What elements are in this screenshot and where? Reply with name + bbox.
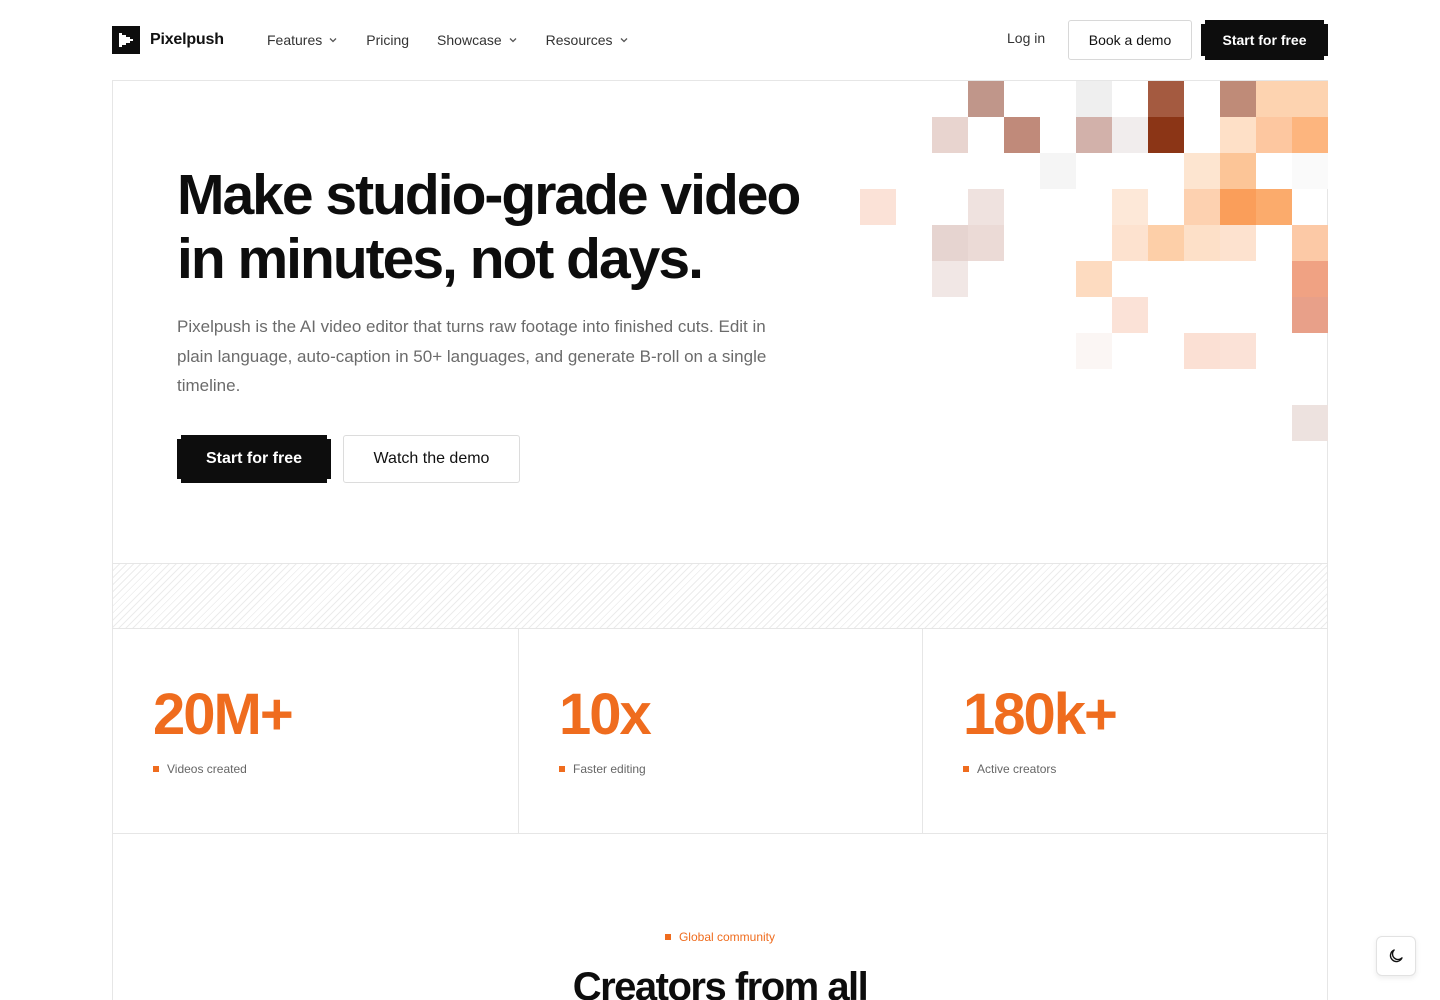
nav-pricing-label: Pricing: [366, 32, 410, 48]
logo-icon: [112, 26, 140, 54]
pixel-tile: [1184, 189, 1220, 225]
pixel-tile: [1112, 297, 1148, 333]
pixel-tile: [1184, 153, 1220, 189]
pixel-tile: [1292, 261, 1328, 297]
stat-label: Videos created: [153, 762, 247, 776]
pixel-tile: [1076, 261, 1112, 297]
pixel-tile: [1292, 225, 1328, 261]
book-demo-button[interactable]: Book a demo: [1068, 20, 1192, 60]
stat-label: Active creators: [963, 762, 1056, 776]
pixel-tile: [1112, 225, 1148, 261]
pixel-tile: [1292, 405, 1328, 441]
section-title: Creators from all: [572, 965, 869, 1000]
login-link[interactable]: Log in: [1007, 30, 1045, 46]
pixel-tile: [1148, 81, 1184, 117]
stat-value: 20M+: [153, 682, 294, 747]
hatched-divider-band: [113, 564, 1327, 628]
hero-pixel-art: [0, 0, 1440, 1000]
start-free-button[interactable]: Start for free: [177, 435, 331, 483]
pixel-tile: [1184, 225, 1220, 261]
pixel-tile: [932, 225, 968, 261]
nav-features[interactable]: Features: [267, 30, 338, 50]
pixel-tile: [1112, 117, 1148, 153]
square-bullet-icon: [559, 766, 565, 772]
pixel-tile: [1004, 117, 1040, 153]
stat-value: 10x: [559, 682, 652, 747]
pixel-tile: [1040, 153, 1076, 189]
pixel-tile: [1220, 81, 1256, 117]
pixel-tile: [1292, 117, 1328, 153]
frame-divider: [1327, 80, 1328, 1000]
nav-features-label: Features: [267, 32, 323, 48]
stat-label: Faster editing: [559, 762, 646, 776]
square-bullet-icon: [963, 766, 969, 772]
chevron-down-icon: [329, 38, 337, 43]
pixel-tile: [1076, 117, 1112, 153]
eyebrow-text: Global community: [678, 930, 776, 944]
pixel-tile: [1220, 333, 1256, 369]
stat-label-text: Active creators: [977, 762, 1057, 776]
hero-title: Make studio-grade video in minutes, not …: [177, 163, 857, 291]
pixel-tile: [968, 189, 1004, 225]
moon-icon: [1389, 949, 1403, 963]
pixel-tile: [1076, 81, 1112, 117]
nav-showcase-label: Showcase: [437, 32, 502, 48]
pixel-tile: [968, 225, 1004, 261]
pixel-tile: [1292, 297, 1328, 333]
pixel-tile: [1076, 333, 1112, 369]
chevron-down-icon: [620, 38, 628, 43]
start-free-nav-button[interactable]: Start for free: [1201, 20, 1328, 60]
nav-showcase[interactable]: Showcase: [437, 30, 518, 50]
pixel-tile: [1220, 117, 1256, 153]
chevron-down-icon: [509, 38, 517, 43]
square-bullet-icon: [664, 934, 671, 940]
hero-subtitle: Pixelpush is the AI video editor that tu…: [177, 317, 767, 395]
stat-label-text: Videos created: [167, 762, 247, 776]
pixel-tile: [968, 81, 1004, 117]
brand-logo[interactable]: Pixelpush: [112, 26, 224, 54]
frame-divider: [112, 833, 1328, 834]
stat-card: 20M+ Videos created: [113, 629, 518, 833]
pixel-tile: [1220, 189, 1256, 225]
pixel-tile: [1292, 153, 1328, 189]
nav-resources-label: Resources: [545, 32, 613, 48]
pixel-tile: [932, 117, 968, 153]
nav-pricing[interactable]: Pricing: [366, 30, 409, 50]
pixel-tile: [932, 261, 968, 297]
pixel-tile: [1112, 189, 1148, 225]
pixel-tile: [1256, 189, 1292, 225]
watch-demo-button[interactable]: Watch the demo: [343, 435, 520, 483]
stat-label-text: Faster editing: [573, 762, 646, 776]
top-nav: Pixelpush Features Pricing Showcase Reso…: [0, 0, 1440, 80]
main-menu: Features Pricing Showcase Resources: [267, 30, 629, 50]
pixel-tile: [1256, 81, 1292, 117]
pixel-tile: [860, 189, 896, 225]
brand-name: Pixelpush: [150, 31, 224, 48]
pixel-tile: [1292, 81, 1328, 117]
pixel-tile: [1256, 117, 1292, 153]
nav-resources[interactable]: Resources: [546, 30, 629, 50]
pixel-tile: [1220, 153, 1256, 189]
theme-toggle-button[interactable]: [1376, 936, 1416, 976]
stat-card: 10x Faster editing: [519, 629, 922, 833]
pixel-tile: [1148, 117, 1184, 153]
pixel-tile: [1220, 225, 1256, 261]
hero-title-line2: in minutes, not days.: [177, 227, 704, 291]
frame-divider: [112, 80, 1328, 81]
square-bullet-icon: [153, 766, 159, 772]
hero-title-line1: Make studio-grade video: [177, 163, 801, 227]
frame-divider: [112, 80, 113, 1000]
stat-value: 180k+: [963, 682, 1118, 747]
section-eyebrow: Global community: [0, 930, 1440, 944]
stat-card: 180k+ Active creators: [923, 629, 1327, 833]
pixel-tile: [1184, 333, 1220, 369]
pixel-tile: [1148, 225, 1184, 261]
